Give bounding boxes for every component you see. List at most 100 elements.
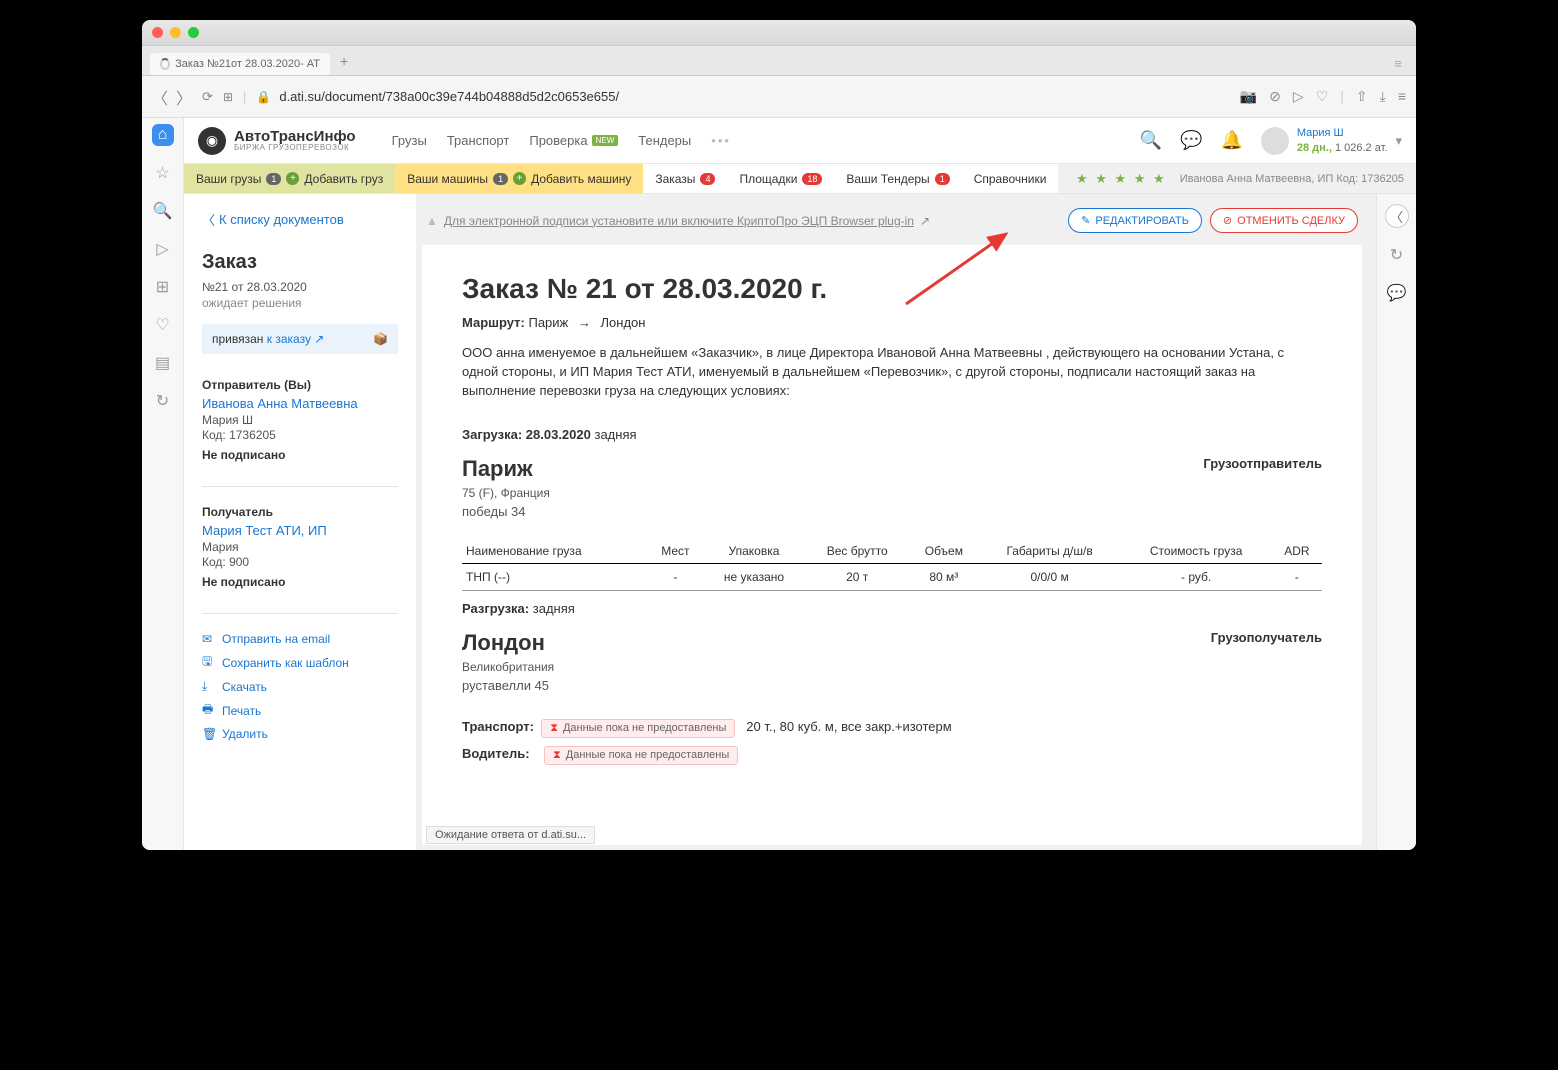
send-email-action[interactable]: ✉Отправить на email (202, 632, 398, 646)
heart-rail-icon[interactable]: ♡ (152, 314, 174, 336)
subnav-sites[interactable]: Площадки (739, 172, 797, 186)
star-icon[interactable]: ☆ (152, 162, 174, 184)
logo[interactable]: ◉ АвтоТрансИнфо БИРЖА ГРУЗОПЕРЕВОЗОК (198, 127, 356, 155)
collapse-button[interactable]: 〈 (1385, 204, 1409, 228)
recipient-link[interactable]: Мария Тест АТИ, ИП (202, 523, 398, 538)
new-badge: NEW (592, 135, 619, 146)
loading-spinner-icon (160, 58, 170, 70)
loading-city: Париж (462, 456, 550, 482)
pending-badge: ⧗Данные пока не предоставлены (541, 719, 735, 738)
logo-title: АвтоТрансИнфо (234, 129, 356, 144)
reload-button[interactable]: ⟳ (202, 89, 213, 105)
nav-transport[interactable]: Транспорт (447, 133, 510, 148)
external-link-icon: ↗ (314, 332, 324, 346)
messages-icon[interactable]: 💬 (1386, 282, 1408, 304)
nav-more[interactable]: ••• (711, 133, 731, 148)
sender-link[interactable]: Иванова Анна Матвеевна (202, 396, 398, 411)
avatar (1261, 127, 1289, 155)
cancel-icon: ⊘ (1223, 214, 1232, 227)
grid-icon[interactable]: ⊞ (152, 276, 174, 298)
home-icon[interactable]: ⌂ (152, 124, 174, 146)
apps-button[interactable]: ⊞ (223, 90, 233, 104)
new-tab-button[interactable]: + (334, 49, 354, 73)
subnav-add-truck[interactable]: Добавить машину (531, 172, 631, 186)
plus-icon: + (513, 172, 526, 185)
hourglass-icon: ⧗ (550, 722, 558, 735)
cancel-deal-button[interactable]: ⊘ ОТМЕНИТЬ СДЕЛКУ (1210, 208, 1358, 233)
chat-icon[interactable]: 💬 (1180, 130, 1202, 151)
send-icon[interactable]: ▷ (152, 238, 174, 260)
subnav-refs[interactable]: Справочники (974, 172, 1047, 186)
menu-icon[interactable]: ≡ (1398, 88, 1406, 105)
play-icon[interactable]: ▷ (1293, 88, 1304, 105)
subnav-add-cargo[interactable]: Добавить груз (304, 172, 383, 186)
site-header: ◉ АвтоТрансИнфо БИРЖА ГРУЗОПЕРЕВОЗОК Гру… (184, 118, 1416, 164)
save-template-action[interactable]: 🖫Сохранить как шаблон (202, 652, 398, 673)
delete-action[interactable]: 🗑Удалить (202, 727, 398, 741)
user-menu[interactable]: Мария Ш 28 дн., 1 026.2 ат. ▾ (1261, 126, 1402, 155)
bell-icon[interactable]: 🔔 (1220, 130, 1242, 151)
history-icon[interactable]: ↻ (1386, 244, 1408, 266)
order-number: №21 от 28.03.2020 (202, 280, 398, 294)
browser-tab[interactable]: Заказ №21от 28.03.2020- АТ (150, 53, 330, 75)
tabs-menu-icon[interactable]: ≡ (1388, 52, 1408, 75)
search-header-icon[interactable]: 🔍 (1140, 130, 1162, 151)
consignee-label: Грузополучатель (1211, 630, 1322, 645)
share-icon[interactable]: ⇧ (1356, 88, 1368, 105)
browser-toolbar: 〈 〉 ⟳ ⊞ | 🔒 d.ati.su/document/738a00c39e… (142, 76, 1416, 118)
subnav-cargo[interactable]: Ваши грузы (196, 172, 261, 186)
nav-tenders[interactable]: Тендеры (638, 133, 691, 148)
window-minimize[interactable] (170, 27, 181, 38)
history-rail-icon[interactable]: ↻ (152, 390, 174, 412)
plugin-warning[interactable]: ▲ Для электронной подписи установите или… (426, 214, 930, 228)
right-rail: 〈 ↻ 💬 (1376, 194, 1416, 850)
user-name: Мария Ш (1297, 126, 1388, 140)
search-icon[interactable]: 🔍 (152, 200, 174, 222)
subnav-orders[interactable]: Заказы (655, 172, 695, 186)
logo-sub: БИРЖА ГРУЗОПЕРЕВОЗОК (234, 144, 356, 152)
order-title: Заказ (202, 251, 398, 274)
document-title: Заказ № 21 от 28.03.2020 г. (462, 273, 1322, 305)
heart-icon[interactable]: ♡ (1316, 88, 1329, 105)
shipper-label: Грузоотправитель (1203, 456, 1322, 471)
sender-label: Отправитель (Вы) (202, 378, 398, 392)
pending-badge: ⧗Данные пока не предоставлены (544, 746, 738, 765)
trash-icon: 🗑 (202, 727, 216, 741)
browser-left-rail: ⌂ ☆ 🔍 ▷ ⊞ ♡ ▤ ↻ (142, 118, 184, 850)
tab-title: Заказ №21от 28.03.2020- АТ (175, 58, 320, 70)
logo-mark-icon: ◉ (198, 127, 226, 155)
subnav-trucks[interactable]: Ваши машины (407, 172, 488, 186)
window-close[interactable] (152, 27, 163, 38)
back-link[interactable]: 〈 К списку документов (202, 210, 398, 229)
download-action[interactable]: ⤓Скачать (202, 679, 398, 694)
hourglass-icon: ⧗ (553, 749, 561, 762)
camera-icon[interactable]: 📷 (1240, 88, 1257, 105)
document-card: Заказ № 21 от 28.03.2020 г. Маршрут: Пар… (422, 245, 1362, 845)
status-bar: Ожидание ответа от d.ati.su... (426, 826, 595, 844)
subnav-tenders[interactable]: Ваши Тендеры (846, 172, 929, 186)
edit-button[interactable]: ✎ РЕДАКТИРОВАТЬ (1068, 208, 1202, 233)
mail-icon: ✉ (202, 632, 216, 646)
warning-icon: ▲ (426, 214, 438, 228)
window-titlebar (142, 20, 1416, 46)
external-link-icon: ↗ (920, 214, 930, 228)
window-maximize[interactable] (188, 27, 199, 38)
forward-button[interactable]: 〉 (176, 85, 192, 109)
document-view: ▲ Для электронной подписи установите или… (416, 194, 1376, 850)
adblock-icon[interactable]: ⊘ (1269, 88, 1281, 105)
document-sidebar: 〈 К списку документов Заказ №21 от 28.03… (184, 194, 416, 850)
url-text[interactable]: d.ati.su/document/738a00c39e744b04888d5d… (279, 89, 619, 104)
print-action[interactable]: 🖶Печать (202, 700, 398, 721)
sub-header: Ваши грузы 1 + Добавить груз Ваши машины… (184, 164, 1416, 194)
nav-cargo[interactable]: Грузы (392, 133, 427, 148)
recipient-label: Получатель (202, 505, 398, 519)
unloading-city: Лондон (462, 630, 554, 656)
download-icon[interactable]: ⤓ (1380, 88, 1386, 105)
arrow-right-icon: → (578, 315, 591, 330)
pencil-icon: ✎ (1081, 214, 1090, 227)
nav-check[interactable]: Проверка NEW (529, 133, 618, 148)
rating-stars: ★ ★ ★ ★ ★ (1076, 171, 1167, 187)
news-icon[interactable]: ▤ (152, 352, 174, 374)
linked-order[interactable]: привязан к заказу ↗ 📦 (202, 324, 398, 354)
back-button[interactable]: 〈 (152, 85, 168, 109)
